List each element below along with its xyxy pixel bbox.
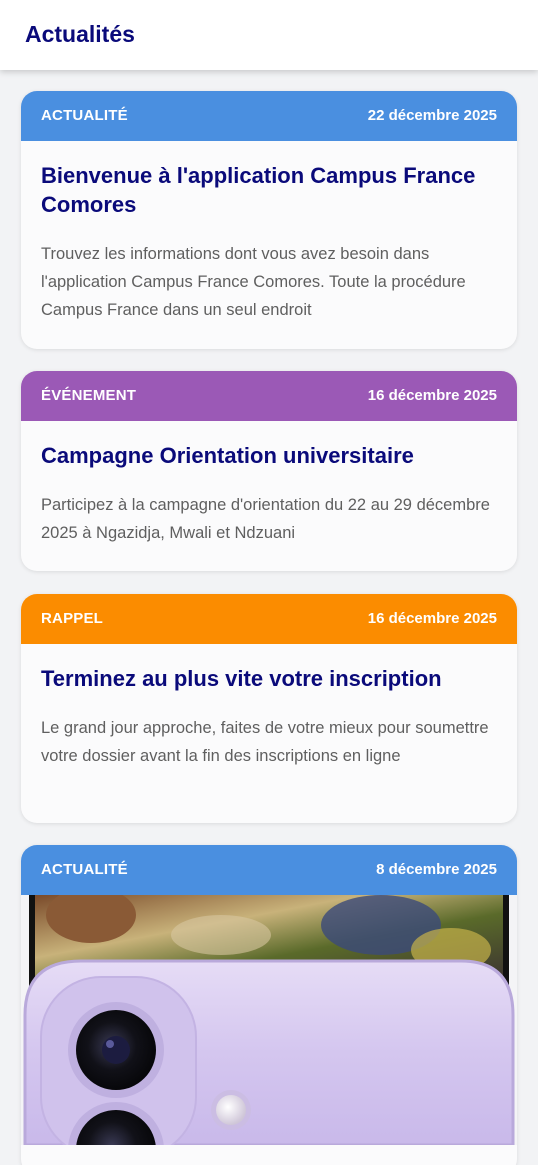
card-date: 8 décembre 2025 <box>376 861 497 878</box>
card-date: 16 décembre 2025 <box>367 610 497 627</box>
card-description: Le grand jour approche, faites de votre … <box>41 719 489 765</box>
news-card-image[interactable]: ACTUALITÉ 8 décembre 2025 <box>21 845 517 1165</box>
reminder-card[interactable]: RAPPEL 16 décembre 2025 Terminez au plus… <box>21 594 517 823</box>
card-header: ÉVÉNEMENT 16 décembre 2025 <box>21 371 517 421</box>
app-bar: Actualités <box>0 0 538 70</box>
card-date: 16 décembre 2025 <box>367 387 497 404</box>
card-description: Participez à la campagne d'orientation d… <box>41 496 490 542</box>
event-card[interactable]: ÉVÉNEMENT 16 décembre 2025 Campagne Orie… <box>21 371 517 571</box>
card-title: Terminez au plus vite votre inscription <box>41 666 442 691</box>
card-date: 22 décembre 2025 <box>367 107 497 124</box>
card-description: Trouvez les informations dont vous avez … <box>41 245 466 319</box>
page-title: Actualités <box>25 21 135 47</box>
card-image <box>21 895 517 1145</box>
card-title: Campagne Orientation universitaire <box>41 443 414 468</box>
news-card[interactable]: ACTUALITÉ 22 décembre 2025 Bienvenue à l… <box>21 91 517 349</box>
card-category: ÉVÉNEMENT <box>41 387 137 404</box>
card-title: Bienvenue à l'application Campus France … <box>41 163 476 217</box>
smartphone-illustration <box>21 895 517 1145</box>
card-header: ACTUALITÉ 22 décembre 2025 <box>21 91 517 141</box>
card-header: RAPPEL 16 décembre 2025 <box>21 594 517 644</box>
card-category: RAPPEL <box>41 610 104 627</box>
card-header: ACTUALITÉ 8 décembre 2025 <box>21 845 517 895</box>
card-category: ACTUALITÉ <box>41 107 128 124</box>
card-category: ACTUALITÉ <box>41 861 128 878</box>
